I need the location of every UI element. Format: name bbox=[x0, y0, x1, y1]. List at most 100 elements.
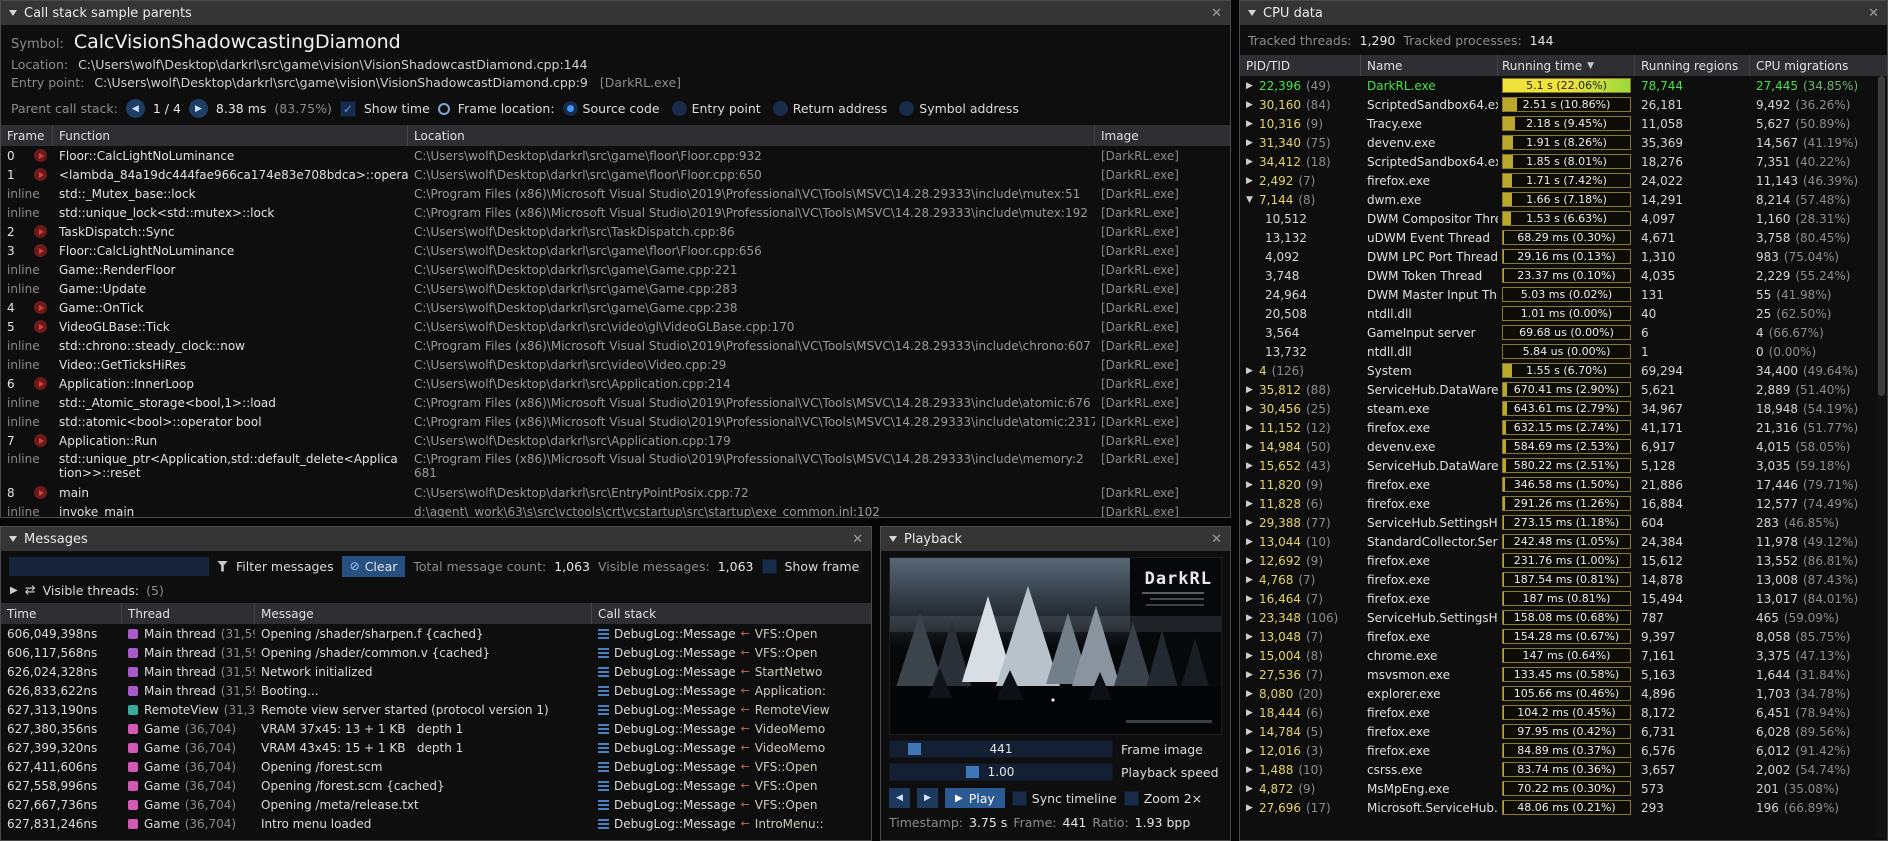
callstack-titlebar[interactable]: Call stack sample parents ✕ bbox=[1, 1, 1230, 25]
cpu-row[interactable]: ▶ 10,316 (9) Tracy.exe 2.18 s (9.45%) 11… bbox=[1240, 114, 1887, 133]
cpu-row[interactable]: ▶ 8,080 (20) explorer.exe 105.66 ms (0.4… bbox=[1240, 684, 1887, 703]
callstack-row[interactable]: inline std::unique_ptr<Application,std::… bbox=[1, 450, 1230, 483]
expand-icon[interactable]: ▶ bbox=[10, 585, 18, 596]
callstack-cell[interactable]: DebugLog::Message ← Application: bbox=[592, 681, 871, 700]
collapse-icon[interactable] bbox=[889, 536, 897, 542]
playback-speed-slider[interactable]: 1.00 bbox=[889, 763, 1113, 781]
callstack-cell[interactable]: DebugLog::Message ← StartNetwo bbox=[592, 662, 871, 681]
cpu-row[interactable]: ▶ 11,820 (9) firefox.exe 346.58 ms (1.50… bbox=[1240, 475, 1887, 494]
play-button[interactable]: ▶ Play bbox=[945, 788, 1005, 808]
callstack-row[interactable]: inline Video::GetTicksHiRes C:\Users\wol… bbox=[1, 355, 1230, 374]
column-header-name[interactable]: Name bbox=[1361, 55, 1498, 76]
expand-icon[interactable]: ▶ bbox=[1246, 404, 1259, 414]
callstack-cell[interactable]: DebugLog::Message ← VFS::Open bbox=[592, 776, 871, 795]
callstack-row[interactable]: inline std::unique_lock<std::mutex>::loc… bbox=[1, 203, 1230, 222]
expand-icon[interactable]: ▶ bbox=[1246, 442, 1259, 452]
clear-button[interactable]: ⊘ Clear bbox=[342, 556, 406, 577]
expand-icon[interactable]: ▶ bbox=[1246, 689, 1259, 699]
cpu-row[interactable]: ▶ 12,016 (3) firefox.exe 84.89 ms (0.37%… bbox=[1240, 741, 1887, 760]
message-row[interactable]: 626,024,328ns Main thread (31,596) Netwo… bbox=[1, 662, 871, 681]
cpu-row[interactable]: ▶ 30,160 (84) ScriptedSandbox64.exe 2.51… bbox=[1240, 95, 1887, 114]
cpu-row[interactable]: ▶ 1,488 (10) csrss.exe 83.74 ms (0.36%) … bbox=[1240, 760, 1887, 779]
expand-icon[interactable]: ▼ bbox=[1246, 195, 1259, 205]
expand-icon[interactable]: ▶ bbox=[1246, 138, 1259, 148]
sync-timeline-checkbox[interactable] bbox=[1012, 791, 1027, 806]
goto-sample-icon[interactable] bbox=[34, 320, 47, 333]
message-row[interactable]: 606,117,568ns Main thread (31,596) Openi… bbox=[1, 643, 871, 662]
cpu-row[interactable]: ▶ 13,048 (7) firefox.exe 154.28 ms (0.67… bbox=[1240, 627, 1887, 646]
cpu-row[interactable]: ▶ 27,696 (17) Microsoft.ServiceHub.Co 48… bbox=[1240, 798, 1887, 817]
cpu-row[interactable]: 10,512 DWM Compositor Thread 1.53 s (6.6… bbox=[1240, 209, 1887, 228]
expand-icon[interactable]: ▶ bbox=[1246, 765, 1259, 775]
frame-location-radio[interactable]: Source code bbox=[563, 101, 660, 116]
frame-location-radio[interactable]: Entry point bbox=[672, 101, 761, 116]
cpu-row[interactable]: ▶ 18,444 (6) firefox.exe 104.2 ms (0.45%… bbox=[1240, 703, 1887, 722]
expand-icon[interactable]: ▶ bbox=[1246, 556, 1259, 566]
callstack-row[interactable]: 8 main C:\Users\wolf\Desktop\darkrl\src\… bbox=[1, 483, 1230, 502]
expand-icon[interactable]: ▶ bbox=[1246, 803, 1259, 813]
cpu-row[interactable]: 20,508 ntdll.dll 1.01 ms (0.00%) 40 25 (… bbox=[1240, 304, 1887, 323]
expand-icon[interactable]: ▶ bbox=[1246, 461, 1259, 471]
expand-icon[interactable]: ▶ bbox=[1246, 575, 1259, 585]
sync-timeline-option[interactable]: Sync timeline bbox=[1012, 791, 1117, 806]
goto-sample-icon[interactable] bbox=[34, 168, 47, 181]
show-time-checkbox[interactable]: ✓ bbox=[340, 101, 356, 117]
callstack-row[interactable]: inline std::atomic<bool>::operator bool … bbox=[1, 412, 1230, 431]
collapse-icon[interactable] bbox=[9, 10, 17, 16]
message-row[interactable]: 627,399,320ns Game (36,704) VRAM 43x45: … bbox=[1, 738, 871, 757]
cpu-row[interactable]: ▶ 11,828 (6) firefox.exe 291.26 ms (1.26… bbox=[1240, 494, 1887, 513]
callstack-cell[interactable]: DebugLog::Message ← VFS::Open bbox=[592, 643, 871, 662]
expand-icon[interactable]: ▶ bbox=[1246, 727, 1259, 737]
scrollbar-track[interactable] bbox=[1877, 76, 1886, 838]
expand-icon[interactable]: ▶ bbox=[1246, 385, 1259, 395]
expand-icon[interactable]: ▶ bbox=[1246, 746, 1259, 756]
expand-icon[interactable]: ▶ bbox=[1246, 499, 1259, 509]
callstack-cell[interactable]: DebugLog::Message ← RemoteView bbox=[592, 700, 871, 719]
frame-image-slider[interactable]: 441 bbox=[889, 740, 1113, 758]
callstack-cell[interactable]: DebugLog::Message ← VFS::Open bbox=[592, 624, 871, 643]
close-icon[interactable]: ✕ bbox=[1211, 533, 1222, 546]
cpu-row[interactable]: 24,964 DWM Master Input Thread 5.03 ms (… bbox=[1240, 285, 1887, 304]
cpu-row[interactable]: ▶ 23,348 (106) ServiceHub.SettingsHost 1… bbox=[1240, 608, 1887, 627]
expand-icon[interactable]: ▶ bbox=[1246, 613, 1259, 623]
frame-location-radio[interactable]: Symbol address bbox=[899, 101, 1019, 116]
goto-sample-icon[interactable] bbox=[34, 377, 47, 390]
cpu-row[interactable]: ▶ 13,044 (10) StandardCollector.Servic 2… bbox=[1240, 532, 1887, 551]
expand-icon[interactable]: ▶ bbox=[1246, 480, 1259, 490]
goto-sample-icon[interactable] bbox=[34, 244, 47, 257]
message-row[interactable]: 627,558,996ns Game (36,704) Opening /for… bbox=[1, 776, 871, 795]
cpu-row[interactable]: 4,092 DWM LPC Port Thread 29.16 ms (0.13… bbox=[1240, 247, 1887, 266]
cpu-row[interactable]: ▶ 12,692 (9) firefox.exe 231.76 ms (1.00… bbox=[1240, 551, 1887, 570]
prev-frame-button[interactable]: ◀ bbox=[889, 788, 910, 808]
callstack-row[interactable]: inline invoke_main d:\agent\_work\63\s\s… bbox=[1, 502, 1230, 517]
cpu-row[interactable]: ▶ 4,768 (7) firefox.exe 187.54 ms (0.81%… bbox=[1240, 570, 1887, 589]
cpu-titlebar[interactable]: CPU data ✕ bbox=[1240, 1, 1887, 25]
scrollbar-thumb[interactable] bbox=[1878, 76, 1885, 396]
expand-icon[interactable]: ▶ bbox=[1246, 119, 1259, 129]
cpu-row[interactable]: ▶ 34,412 (18) ScriptedSandbox64.exe 1.85… bbox=[1240, 152, 1887, 171]
filter-input[interactable] bbox=[9, 557, 209, 576]
message-row[interactable]: 626,833,622ns Main thread (31,596) Booti… bbox=[1, 681, 871, 700]
frame-location-radio[interactable]: Return address bbox=[773, 101, 888, 116]
cpu-row[interactable]: ▶ 31,340 (75) devenv.exe 1.91 s (8.26%) … bbox=[1240, 133, 1887, 152]
cpu-row[interactable]: ▶ 14,984 (50) devenv.exe 584.69 ms (2.53… bbox=[1240, 437, 1887, 456]
expand-icon[interactable]: ▶ bbox=[1246, 100, 1259, 110]
zoom-checkbox[interactable] bbox=[1124, 791, 1139, 806]
column-header-running-regions[interactable]: Running regions bbox=[1635, 55, 1750, 76]
cpu-row[interactable]: ▶ 16,464 (7) firefox.exe 187 ms (0.81%) … bbox=[1240, 589, 1887, 608]
messages-titlebar[interactable]: Messages ✕ bbox=[1, 527, 871, 551]
callstack-row[interactable]: inline std::_Mutex_base::lock C:\Program… bbox=[1, 184, 1230, 203]
playback-titlebar[interactable]: Playback ✕ bbox=[881, 527, 1230, 551]
cpu-row[interactable]: 13,132 uDWM Event Thread 68.29 ms (0.30%… bbox=[1240, 228, 1887, 247]
message-row[interactable]: 627,313,190ns RemoteView (31,392) Remote… bbox=[1, 700, 871, 719]
expand-icon[interactable]: ▶ bbox=[1246, 366, 1259, 376]
cpu-row[interactable]: ▶ 27,536 (7) msvsmon.exe 133.45 ms (0.58… bbox=[1240, 665, 1887, 684]
goto-sample-icon[interactable] bbox=[34, 434, 47, 447]
column-header-pid[interactable]: PID/TID bbox=[1240, 55, 1361, 76]
cpu-row[interactable]: 3,564 GameInput server 69.68 us (0.00%) … bbox=[1240, 323, 1887, 342]
callstack-cell[interactable]: DebugLog::Message ← VideoMemo bbox=[592, 738, 871, 757]
callstack-cell[interactable]: DebugLog::Message ← VFS::Open bbox=[592, 795, 871, 814]
callstack-row[interactable]: 7 Application::Run C:\Users\wolf\Desktop… bbox=[1, 431, 1230, 450]
close-icon[interactable]: ✕ bbox=[1868, 7, 1879, 20]
expand-icon[interactable]: ▶ bbox=[1246, 423, 1259, 433]
